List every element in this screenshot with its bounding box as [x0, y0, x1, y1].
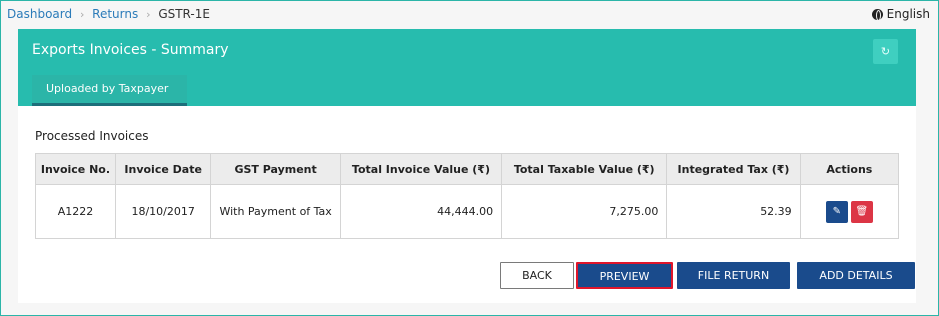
- gst-payment-cell: With Payment of Tax: [210, 184, 341, 239]
- delete-button[interactable]: 🗑: [850, 200, 873, 223]
- col-invoice-no: Invoice No.: [35, 153, 116, 185]
- col-integrated-tax: Integrated Tax (₹): [666, 153, 801, 185]
- col-gst-payment: GST Payment: [210, 153, 341, 185]
- integrated-tax-cell: 52.39: [666, 184, 801, 239]
- total-taxable-value-cell: 7,275.00: [501, 184, 668, 239]
- invoices-table: Invoice No. Invoice Date GST Payment Tot…: [35, 153, 900, 239]
- breadcrumb: Dashboard › Returns › GSTR-1E: [7, 7, 210, 21]
- bottom-gutter: [1, 303, 938, 315]
- trash-icon: 🗑: [855, 205, 869, 217]
- back-button[interactable]: BACK: [500, 262, 574, 289]
- panel-header: Exports Invoices - Summary ↻ Uploaded by…: [18, 29, 916, 106]
- col-total-taxable-value: Total Taxable Value (₹): [501, 153, 668, 185]
- breadcrumb-returns[interactable]: Returns: [92, 7, 138, 21]
- invoice-date-cell: 18/10/2017: [114, 184, 212, 239]
- actions-cell: ✎ 🗑: [799, 184, 900, 239]
- refresh-icon: ↻: [880, 45, 891, 58]
- breadcrumb-separator: ›: [79, 8, 85, 21]
- app-frame: Dashboard › Returns › GSTR-1E English Ex…: [0, 0, 939, 316]
- add-details-button[interactable]: ADD DETAILS: [797, 262, 915, 289]
- language-label: English: [886, 7, 930, 21]
- summary-panel: Exports Invoices - Summary ↻ Uploaded by…: [18, 29, 916, 303]
- pencil-icon: ✎: [832, 205, 842, 217]
- globe-icon: [871, 8, 883, 21]
- col-total-invoice-value: Total Invoice Value (₹): [339, 153, 503, 185]
- preview-button[interactable]: PREVIEW: [576, 262, 673, 289]
- table-row: A1222 18/10/2017 With Payment of Tax 44,…: [35, 184, 900, 239]
- total-invoice-value-cell: 44,444.00: [339, 184, 503, 239]
- file-return-button[interactable]: FILE RETURN: [677, 262, 790, 289]
- top-bar: Dashboard › Returns › GSTR-1E English: [1, 1, 938, 29]
- breadcrumb-dashboard[interactable]: Dashboard: [7, 7, 72, 21]
- left-gutter: [1, 29, 18, 303]
- breadcrumb-separator: ›: [146, 8, 151, 21]
- breadcrumb-current: GSTR-1E: [158, 7, 210, 21]
- col-actions: Actions: [799, 153, 900, 185]
- right-gutter: [916, 29, 938, 303]
- page-title: Exports Invoices - Summary: [32, 42, 229, 58]
- language-selector[interactable]: English: [871, 7, 930, 21]
- table-header-row: Invoice No. Invoice Date GST Payment Tot…: [35, 153, 900, 185]
- edit-button[interactable]: ✎: [825, 200, 848, 223]
- section-title: Processed Invoices: [35, 129, 149, 143]
- refresh-button[interactable]: ↻: [873, 39, 898, 64]
- col-invoice-date: Invoice Date: [114, 153, 212, 185]
- tab-uploaded-by-taxpayer[interactable]: Uploaded by Taxpayer: [32, 75, 187, 106]
- invoice-no-link[interactable]: A1222: [35, 184, 116, 239]
